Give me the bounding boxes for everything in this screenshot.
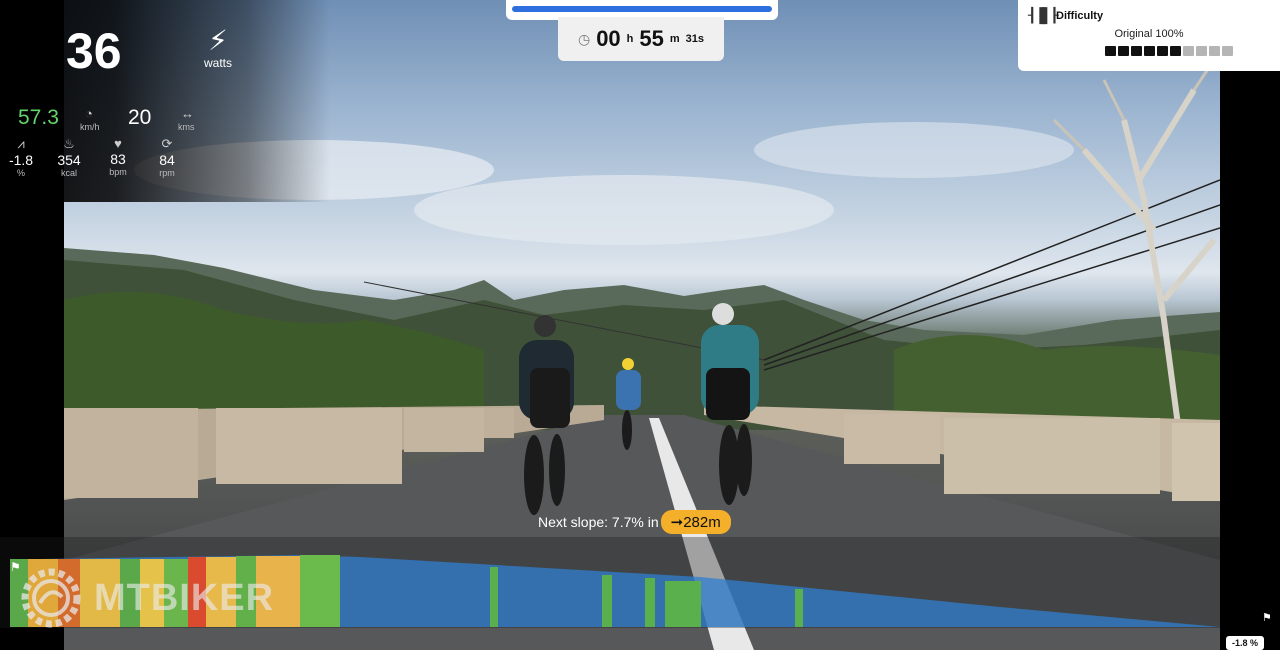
distance-unit: kms [178,122,195,132]
power-value: 36 [66,23,122,79]
cadence-stat: ⟳ 84 rpm [150,136,184,178]
power-unit: watts [203,56,232,70]
difficulty-segment [1144,46,1155,56]
cadence-value: 84 [159,152,175,168]
distance-icon: ↔ [181,106,194,121]
next-slope-distance-pill: ➞282m [660,510,731,534]
elapsed-timer: ◷ 00 h 55 m 31s [558,17,724,61]
heart-rate-stat: ♥ 83 bpm [102,136,134,177]
cadence-icon: ⟳ [161,136,173,151]
slope-unit: % [16,168,25,178]
slope-value: -1.8 [8,152,34,168]
difficulty-title: Difficulty [1056,10,1104,22]
watermark-text: MTBIKER [94,576,275,619]
profile-segment [665,581,701,627]
calories-stat: ♨ 354 kcal [52,136,86,178]
profile-segment [490,567,498,627]
timer-minutes: 55 [639,26,664,51]
profile-segment [300,555,340,627]
timer-hours-unit: h [626,33,634,45]
flame-icon: ♨ [63,136,75,151]
difficulty-segment [1196,46,1207,56]
difficulty-segment [1183,46,1194,56]
slope-icon: ⩘ [17,136,25,151]
difficulty-segment [1209,46,1220,56]
difficulty-segment [1157,46,1168,56]
dumbbell-icon: ┨▐▌┠ [1028,7,1059,23]
difficulty-segment [1222,46,1233,56]
profile-segment [602,575,612,627]
timer-seconds: 31s [685,33,705,45]
arrow-right-icon: ➞ [670,514,684,531]
difficulty-segment [1118,46,1129,56]
slope-stat: ⩘ -1.8 % [6,136,36,178]
current-grade-badge: -1.8 % [1226,636,1265,650]
difficulty-segment [1131,46,1142,56]
finish-flag-icon: ⚑ [1262,612,1272,624]
cadence-unit: rpm [159,168,175,178]
timer-minutes-unit: m [669,33,680,45]
difficulty-segment [1170,46,1181,56]
next-slope-text: Next slope: 7.7% in [538,514,659,530]
next-slope-banner: Next slope: 7.7% in ➞282m [538,510,731,534]
clock-icon: ◷ [577,30,591,47]
cog-icon [21,568,81,628]
speed-value: 57.3 [18,106,59,129]
difficulty-level: Original 100% [1114,28,1184,40]
speed-unit: km/h [80,122,100,132]
ride-progress-bar [512,6,772,12]
distance-value: 20 [128,106,152,129]
speedometer-icon: ◔ [85,106,93,121]
heart-icon: ♥ [114,136,122,151]
difficulty-panel[interactable]: ┨▐▌┠ Difficulty Original 100% [1018,0,1280,71]
next-slope-distance: 282m [683,514,721,531]
timer-hours: 00 [596,26,621,51]
lightning-icon: ⚡︎ [208,25,228,56]
difficulty-segment [1105,46,1116,56]
difficulty-meter[interactable] [1105,46,1233,56]
heart-rate-unit: bpm [109,167,127,177]
profile-segment [795,589,803,627]
profile-segment [645,578,655,627]
heart-rate-value: 83 [110,151,126,167]
watermark-logo: MTBIKER [16,563,274,633]
calories-unit: kcal [60,168,77,178]
calories-value: 354 [57,152,81,168]
power-label-box: ⚡︎ watts [196,25,240,71]
